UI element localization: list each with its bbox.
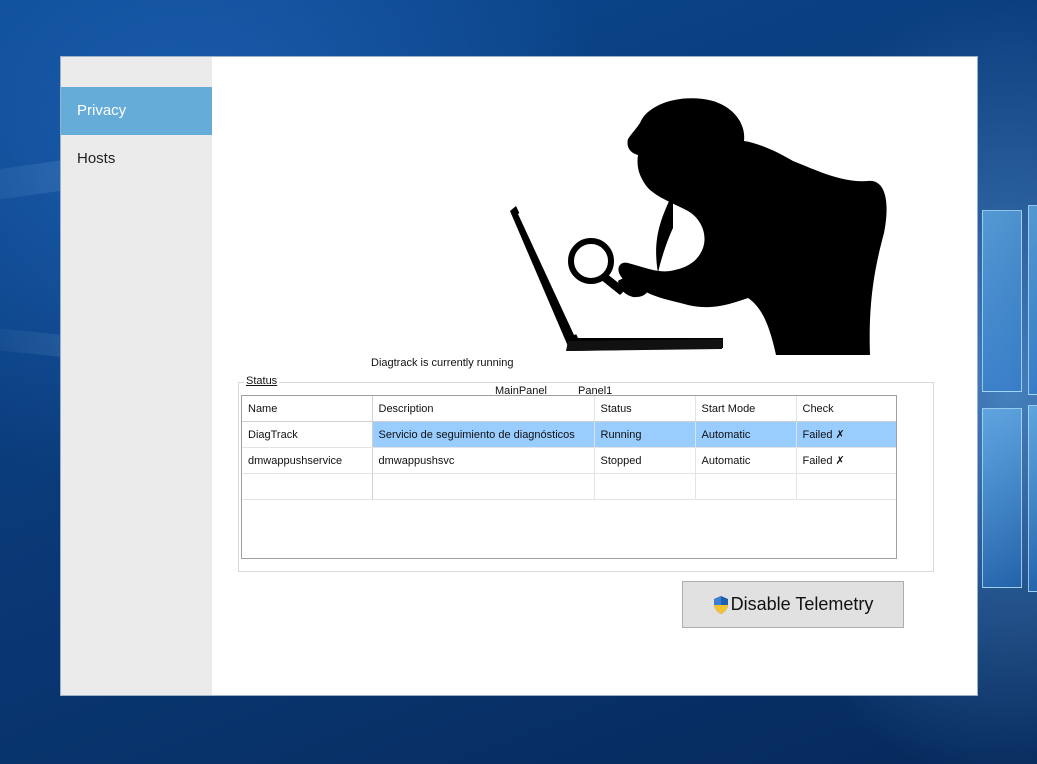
sidebar-item-hosts[interactable]: Hosts — [61, 135, 212, 183]
column-header-name[interactable]: Name — [242, 396, 373, 422]
table-row[interactable]: dmwappushservice dmwappushsvc Stopped Au… — [242, 447, 896, 474]
windows-logo-pane — [982, 408, 1022, 588]
cell-empty[interactable] — [796, 473, 896, 500]
disable-telemetry-label: Disable Telemetry — [730, 594, 874, 614]
cell-empty[interactable] — [372, 473, 595, 500]
column-header-check[interactable]: Check — [796, 396, 896, 422]
cell-status[interactable]: Stopped — [594, 447, 696, 474]
sidebar: Privacy Hosts — [61, 57, 212, 695]
cell-start-mode[interactable]: Automatic — [695, 421, 797, 448]
column-header-status[interactable]: Status — [594, 396, 696, 422]
status-group-label: Status — [244, 375, 280, 387]
cell-description[interactable]: Servicio de seguimiento de diagnósticos — [372, 421, 595, 448]
column-header-description[interactable]: Description — [372, 396, 595, 422]
cell-check[interactable]: Failed ✗ — [796, 447, 896, 474]
cell-name[interactable]: dmwappushservice — [242, 447, 373, 474]
column-header-start-mode[interactable]: Start Mode — [695, 396, 797, 422]
cell-description[interactable]: dmwappushsvc — [372, 447, 595, 474]
table-new-row[interactable] — [242, 473, 896, 500]
windows-logo-pane — [982, 210, 1022, 392]
cell-empty[interactable] — [594, 473, 696, 500]
cell-start-mode[interactable]: Automatic — [695, 447, 797, 474]
status-message: Diagtrack is currently running — [371, 357, 514, 369]
windows-logo-pane — [1028, 205, 1037, 395]
services-table[interactable]: Name Description Status Start Mode Check… — [241, 395, 897, 559]
cell-empty[interactable] — [242, 473, 373, 500]
cell-check[interactable]: Failed ✗ — [796, 421, 896, 448]
cell-empty[interactable] — [695, 473, 797, 500]
cell-name[interactable]: DiagTrack — [242, 421, 373, 448]
sidebar-item-privacy[interactable]: Privacy — [61, 87, 212, 135]
table-row[interactable]: DiagTrack Servicio de seguimiento de dia… — [242, 421, 896, 448]
windows-logo-pane — [1028, 405, 1037, 592]
disable-telemetry-button[interactable]: Disable Telemetry — [682, 581, 904, 628]
uac-shield-icon — [713, 595, 728, 614]
cell-status[interactable]: Running — [594, 421, 696, 448]
table-header-row: Name Description Status Start Mode Check — [242, 396, 896, 422]
spy-silhouette-illustration — [510, 98, 887, 355]
app-window: Privacy Hosts Diagtrack is currently run… — [60, 56, 978, 696]
